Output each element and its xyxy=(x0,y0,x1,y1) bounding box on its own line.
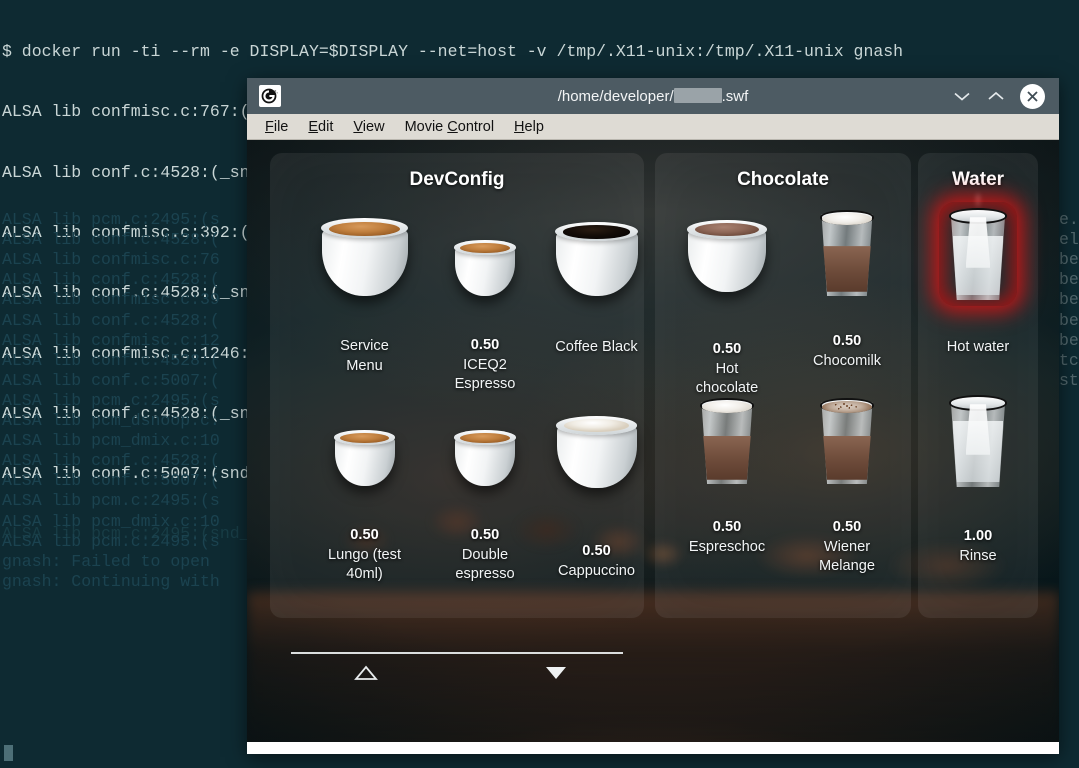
tile-wiener-melange[interactable]: 0.50 Wiener Melange xyxy=(792,398,902,577)
window-bottom-edge xyxy=(247,742,1059,754)
window-title-suffix: .swf xyxy=(722,88,749,105)
tile-label: ICEQ2 Espresso xyxy=(423,356,547,395)
menubar: File Edit View Movie Control Help xyxy=(247,114,1059,140)
tile-price: 0.50 xyxy=(297,526,432,546)
tile-label: Chocomilk xyxy=(792,352,902,372)
gnash-window: /home/developer/ .swf File Edit View Movi… xyxy=(247,78,1059,753)
tile-label: Lungo (test 40ml) xyxy=(297,546,432,585)
tile-label: Hot chocolate xyxy=(667,360,787,399)
tile-label: Espreschoc xyxy=(667,538,787,558)
panel-title-chocolate: Chocolate xyxy=(655,169,911,191)
tile-price: 0.50 xyxy=(667,340,787,360)
menu-help[interactable]: Help xyxy=(506,117,552,137)
window-title-prefix: /home/developer/ xyxy=(558,88,674,105)
tile-lungo-test-40ml[interactable]: 0.50 Lungo (test 40ml) xyxy=(297,430,432,585)
tile-price: 0.50 xyxy=(792,518,902,538)
tile-label: Coffee Black xyxy=(529,338,664,358)
pager xyxy=(291,652,623,690)
window-titlebar[interactable]: /home/developer/ .swf xyxy=(247,78,1059,114)
tile-label: Rinse xyxy=(923,547,1033,567)
maximize-icon[interactable] xyxy=(986,86,1006,106)
menu-view[interactable]: View xyxy=(345,117,392,137)
redacted-filename xyxy=(674,88,722,103)
tile-label: Service Menu xyxy=(292,337,437,376)
page-up-icon[interactable] xyxy=(354,665,378,686)
terminal-obscured-right: e. el be be be be be tc st xyxy=(1059,190,1079,750)
pager-divider xyxy=(291,652,623,654)
tile-price: 0.50 xyxy=(792,332,902,352)
flash-stage: DevConfig Service Menu 0.50 ICEQ2 Espres… xyxy=(247,140,1059,742)
terminal-obscured-left: ALSA lib pcm.c:2495:(s ALSA lib conf.c:4… xyxy=(0,190,249,750)
window-controls xyxy=(952,84,1045,109)
tile-service-menu[interactable]: Service Menu xyxy=(292,218,437,376)
tile-price: 1.00 xyxy=(923,527,1033,547)
menu-file[interactable]: File xyxy=(257,117,296,137)
tile-price: 0.50 xyxy=(529,542,664,562)
tile-label: Cappuccino xyxy=(529,562,664,582)
gnash-g-icon xyxy=(259,85,281,107)
terminal-line: $ docker run -ti --rm -e DISPLAY=$DISPLA… xyxy=(2,42,1079,62)
tile-hot-water[interactable]: Hot water xyxy=(923,208,1033,358)
tile-label: Wiener Melange xyxy=(792,538,902,577)
tile-label: Hot water xyxy=(923,338,1033,358)
tile-coffee-black[interactable]: Coffee Black xyxy=(529,222,664,358)
tile-chocomilk[interactable]: 0.50 Chocomilk xyxy=(792,210,902,371)
page-down-icon[interactable] xyxy=(544,665,568,686)
window-title: /home/developer/ .swf xyxy=(247,88,1059,105)
tile-rinse[interactable]: 1.00 Rinse xyxy=(923,395,1033,566)
tile-cappuccino[interactable]: 0.50 Cappuccino xyxy=(529,416,664,581)
close-icon[interactable] xyxy=(1020,84,1045,109)
tile-hot-chocolate[interactable]: 0.50 Hot chocolate xyxy=(667,220,787,399)
tile-espreschoc[interactable]: 0.50 Espreschoc xyxy=(667,398,787,557)
minimize-icon[interactable] xyxy=(952,86,972,106)
tile-price: 0.50 xyxy=(667,518,787,538)
menu-edit[interactable]: Edit xyxy=(300,117,341,137)
terminal-cursor xyxy=(4,745,13,761)
panel-title-devconfig: DevConfig xyxy=(270,169,644,191)
menu-movie-control[interactable]: Movie Control xyxy=(397,117,502,137)
